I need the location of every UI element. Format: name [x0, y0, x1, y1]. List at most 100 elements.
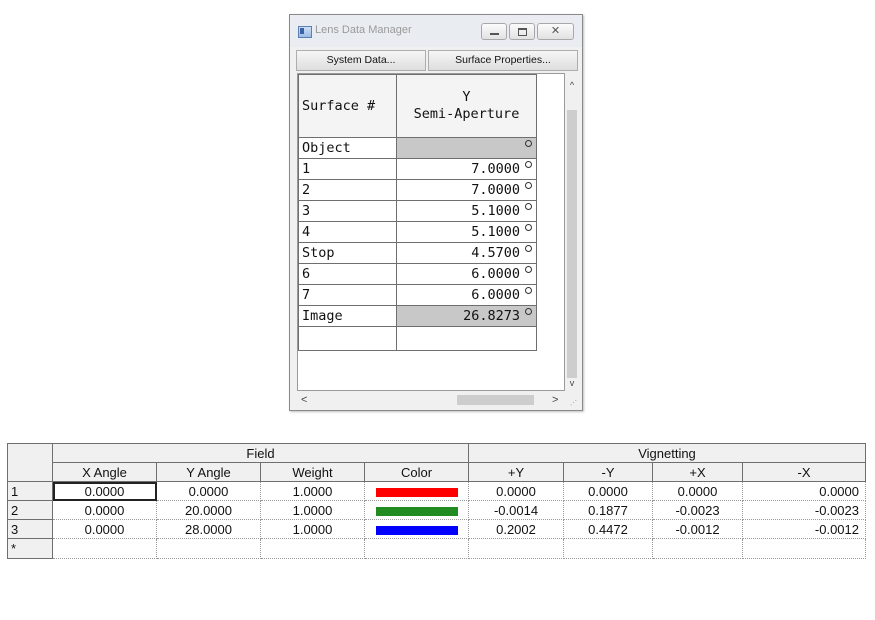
y-angle-cell[interactable]: 20.0000	[156, 500, 261, 520]
semi-aperture-value: 26.8273	[463, 308, 520, 324]
column-header[interactable]: Weight	[260, 462, 365, 482]
solve-indicator-icon[interactable]	[525, 224, 532, 231]
x-angle-cell[interactable]: 0.0000	[52, 519, 157, 539]
surface-cell[interactable]: 2	[298, 179, 397, 201]
surface-cell[interactable]: 1	[298, 158, 397, 180]
solve-indicator-icon[interactable]	[525, 182, 532, 189]
surface-cell[interactable]: 4	[298, 221, 397, 243]
surface-cell[interactable]: Image	[298, 305, 397, 327]
color-cell[interactable]	[364, 519, 469, 539]
empty-cell[interactable]	[396, 326, 537, 351]
vig-minus-x-cell[interactable]: -0.0012	[742, 519, 866, 539]
color-cell[interactable]	[364, 481, 469, 501]
weight-cell[interactable]: 1.0000	[260, 481, 365, 501]
title-bar[interactable]: Lens Data Manager ✕	[290, 15, 582, 47]
column-header[interactable]: Color	[364, 462, 469, 482]
empty-cell[interactable]	[468, 538, 564, 559]
vig-plus-y-cell[interactable]: 0.0000	[468, 481, 564, 501]
new-row-header[interactable]: *	[7, 538, 53, 559]
vig-plus-x-cell[interactable]: 0.0000	[652, 481, 743, 501]
empty-cell[interactable]	[156, 538, 261, 559]
empty-row	[298, 326, 537, 351]
empty-cell[interactable]	[563, 538, 653, 559]
semi-aperture-column-header[interactable]: Y Semi-Aperture	[396, 74, 537, 138]
vig-plus-y-cell[interactable]: -0.0014	[468, 500, 564, 520]
empty-cell[interactable]	[52, 538, 157, 559]
row-header[interactable]: 2	[7, 500, 53, 520]
surface-cell[interactable]: 7	[298, 284, 397, 306]
corner-header[interactable]	[7, 443, 53, 482]
lens-data-manager-window: Lens Data Manager ✕ System Data... Surfa…	[289, 14, 583, 411]
solve-indicator-icon[interactable]	[525, 140, 532, 147]
horizontal-scrollbar[interactable]: < >	[297, 393, 565, 407]
empty-cell[interactable]	[364, 538, 469, 559]
surface-cell[interactable]: Object	[298, 137, 397, 159]
semi-aperture-cell[interactable]	[396, 137, 537, 159]
scroll-thumb[interactable]	[457, 395, 534, 405]
surface-cell[interactable]: Stop	[298, 242, 397, 264]
weight-cell[interactable]: 1.0000	[260, 519, 365, 539]
y-angle-cell[interactable]: 28.0000	[156, 519, 261, 539]
y-angle-cell[interactable]: 0.0000	[156, 481, 261, 501]
scroll-right-icon[interactable]: >	[552, 393, 558, 407]
scroll-down-icon[interactable]: v	[566, 377, 578, 389]
vig-minus-x-cell[interactable]: 0.0000	[742, 481, 866, 501]
x-angle-cell[interactable]: 0.0000	[52, 500, 157, 520]
surface-cell[interactable]: 3	[298, 200, 397, 222]
empty-cell[interactable]	[742, 538, 866, 559]
scroll-up-icon[interactable]: ^	[566, 79, 578, 91]
minimize-button[interactable]	[481, 23, 507, 40]
vig-minus-y-cell[interactable]: 0.4472	[563, 519, 653, 539]
surface-cell[interactable]: 6	[298, 263, 397, 285]
semi-aperture-cell[interactable]: 4.5700	[396, 242, 537, 264]
column-header[interactable]: Y Angle	[156, 462, 261, 482]
weight-cell[interactable]: 1.0000	[260, 500, 365, 520]
table-row: 1 7.0000	[298, 158, 537, 180]
table-row: 2 0.0000 20.0000 1.0000 -0.0014 0.1877 -…	[7, 500, 866, 520]
vig-minus-x-cell[interactable]: -0.0023	[742, 500, 866, 520]
column-header[interactable]: +X	[652, 462, 743, 482]
vig-minus-y-cell[interactable]: 0.0000	[563, 481, 653, 501]
semi-aperture-cell[interactable]: 6.0000	[396, 284, 537, 306]
vig-plus-y-cell[interactable]: 0.2002	[468, 519, 564, 539]
semi-aperture-cell[interactable]: 7.0000	[396, 179, 537, 201]
empty-cell[interactable]	[260, 538, 365, 559]
solve-indicator-icon[interactable]	[525, 287, 532, 294]
empty-cell[interactable]	[652, 538, 743, 559]
semi-aperture-cell[interactable]: 6.0000	[396, 263, 537, 285]
column-header[interactable]: X Angle	[52, 462, 157, 482]
column-header[interactable]: -Y	[563, 462, 653, 482]
color-swatch	[375, 506, 458, 516]
scroll-thumb[interactable]	[567, 110, 577, 378]
solve-indicator-icon[interactable]	[525, 245, 532, 252]
window-controls: ✕	[481, 23, 576, 41]
surface-properties-button[interactable]: Surface Properties...	[428, 50, 578, 71]
scroll-left-icon[interactable]: <	[301, 393, 307, 407]
semi-aperture-cell[interactable]: 5.1000	[396, 200, 537, 222]
solve-indicator-icon[interactable]	[525, 161, 532, 168]
table-row: 7 6.0000	[298, 284, 537, 306]
row-header[interactable]: 3	[7, 519, 53, 539]
vertical-scrollbar[interactable]: ^ v	[566, 77, 578, 392]
x-angle-cell[interactable]: 0.0000	[52, 481, 157, 501]
solve-indicator-icon[interactable]	[525, 266, 532, 273]
semi-aperture-cell[interactable]: 7.0000	[396, 158, 537, 180]
solve-indicator-icon[interactable]	[525, 203, 532, 210]
resize-grip-icon[interactable]: ⋰	[570, 399, 578, 407]
maximize-button[interactable]	[509, 23, 535, 40]
column-header[interactable]: +Y	[468, 462, 564, 482]
surface-column-header[interactable]: Surface #	[298, 74, 397, 138]
toolbar: System Data... Surface Properties...	[296, 50, 578, 71]
color-cell[interactable]	[364, 500, 469, 520]
semi-aperture-cell[interactable]: 26.8273	[396, 305, 537, 327]
solve-indicator-icon[interactable]	[525, 308, 532, 315]
row-header[interactable]: 1	[7, 481, 53, 501]
system-data-button[interactable]: System Data...	[296, 50, 426, 71]
empty-cell[interactable]	[298, 326, 397, 351]
semi-aperture-cell[interactable]: 5.1000	[396, 221, 537, 243]
vig-plus-x-cell[interactable]: -0.0023	[652, 500, 743, 520]
vig-minus-y-cell[interactable]: 0.1877	[563, 500, 653, 520]
column-header[interactable]: -X	[742, 462, 866, 482]
close-button[interactable]: ✕	[537, 23, 574, 40]
vig-plus-x-cell[interactable]: -0.0012	[652, 519, 743, 539]
